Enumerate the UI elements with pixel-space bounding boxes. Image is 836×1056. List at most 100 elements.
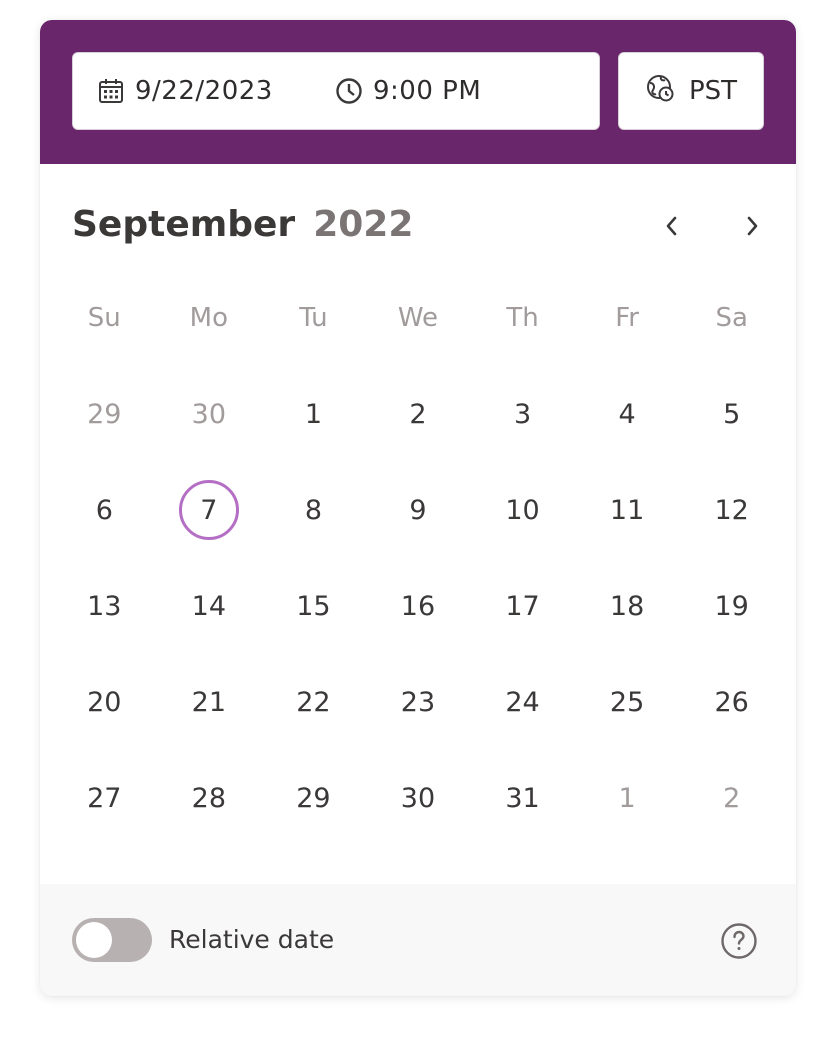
day-number: 14 — [191, 590, 227, 622]
day-number: 5 — [723, 398, 741, 430]
calendar-day[interactable]: 22 — [261, 654, 366, 750]
calendar-day-outside-month[interactable]: 2 — [679, 750, 784, 846]
picker-header: 9/22/2023 9:00 PM PST — [40, 20, 796, 164]
calendar-day[interactable]: 17 — [470, 558, 575, 654]
calendar-day[interactable]: 18 — [575, 558, 680, 654]
day-number: 24 — [505, 686, 540, 718]
calendar-day[interactable]: 11 — [575, 462, 680, 558]
day-number: 30 — [400, 782, 436, 814]
day-number: 21 — [191, 686, 227, 718]
calendar-week-row: 6 7 8 9 10 11 12 — [52, 462, 784, 558]
weekday-label: Fr — [615, 303, 639, 333]
year-label: 2022 — [313, 204, 414, 245]
calendar-day-outside-month[interactable]: 30 — [157, 366, 262, 462]
weekday-label: Su — [87, 303, 121, 333]
day-number: 26 — [714, 686, 749, 718]
calendar-day[interactable]: 4 — [575, 366, 680, 462]
calendar-day[interactable]: 31 — [470, 750, 575, 846]
toggle-knob — [76, 922, 112, 958]
date-time-input[interactable]: 9/22/2023 9:00 PM — [72, 52, 600, 130]
day-number: 15 — [296, 590, 331, 622]
calendar-day[interactable]: 28 — [157, 750, 262, 846]
calendar-day[interactable]: 24 — [470, 654, 575, 750]
calendar-day[interactable]: 25 — [575, 654, 680, 750]
chevron-right-icon — [742, 214, 762, 242]
picker-footer: Relative date — [40, 884, 796, 996]
weekday-label: Sa — [715, 303, 748, 333]
day-number: 27 — [87, 782, 122, 814]
question-circle-icon — [720, 923, 758, 964]
calendar-week-row: 13 14 15 16 17 18 19 — [52, 558, 784, 654]
time-value: 9:00 PM — [373, 76, 482, 106]
calendar-day[interactable]: 27 — [52, 750, 157, 846]
timezone-button[interactable]: PST — [618, 52, 764, 130]
calendar-day[interactable]: 1 — [261, 366, 366, 462]
calendar-day[interactable]: 13 — [52, 558, 157, 654]
day-number: 29 — [87, 398, 122, 430]
weekday-label: We — [397, 303, 439, 333]
date-time-picker: 9/22/2023 9:00 PM PST September 2022 Su … — [40, 20, 796, 996]
weekday-label: Tu — [299, 303, 328, 333]
clock-icon — [335, 77, 363, 105]
calendar-day[interactable]: 14 — [157, 558, 262, 654]
calendar-day[interactable]: 30 — [366, 750, 471, 846]
date-segment[interactable]: 9/22/2023 — [97, 53, 273, 129]
calendar-day-current[interactable]: 7 — [157, 462, 262, 558]
relative-date-toggle[interactable] — [72, 918, 152, 962]
day-number: 1 — [618, 782, 636, 814]
day-number: 22 — [296, 686, 331, 718]
calendar-week-row: 20 21 22 23 24 25 26 — [52, 654, 784, 750]
day-number: 16 — [400, 590, 436, 622]
calendar-day[interactable]: 10 — [470, 462, 575, 558]
calendar-day[interactable]: 6 — [52, 462, 157, 558]
day-number: 8 — [304, 494, 322, 526]
calendar-day[interactable]: 20 — [52, 654, 157, 750]
calendar-week-row: 29 30 1 2 3 4 5 — [52, 366, 784, 462]
calendar-day[interactable]: 8 — [261, 462, 366, 558]
calendar-icon — [97, 77, 125, 105]
previous-month-button[interactable] — [654, 210, 690, 246]
calendar-day[interactable]: 26 — [679, 654, 784, 750]
day-number: 17 — [505, 590, 540, 622]
timezone-label: PST — [688, 76, 738, 106]
calendar-grid: Su Mo Tu We Th Fr Sa 29 30 1 2 3 4 5 6 7 8 9 10 11 12 13 14 15… — [52, 270, 784, 846]
globe-clock-icon — [645, 73, 675, 110]
calendar-day[interactable]: 21 — [157, 654, 262, 750]
help-button[interactable] — [720, 922, 758, 960]
day-number: 23 — [400, 686, 436, 718]
day-number: 4 — [618, 398, 636, 430]
calendar-day[interactable]: 29 — [261, 750, 366, 846]
date-value: 9/22/2023 — [135, 76, 273, 106]
day-number: 18 — [609, 590, 645, 622]
day-number: 11 — [609, 494, 645, 526]
next-month-button[interactable] — [734, 210, 770, 246]
calendar-day-outside-month[interactable]: 29 — [52, 366, 157, 462]
month-label: September — [72, 204, 296, 245]
calendar-day[interactable]: 23 — [366, 654, 471, 750]
day-number: 1 — [304, 398, 322, 430]
day-number: 10 — [505, 494, 540, 526]
day-number: 30 — [191, 398, 227, 430]
weekday-label: Th — [506, 303, 539, 333]
day-number: 29 — [296, 782, 331, 814]
day-number: 25 — [609, 686, 645, 718]
calendar-day[interactable]: 12 — [679, 462, 784, 558]
calendar-day[interactable]: 2 — [366, 366, 471, 462]
calendar-week-row: 27 28 29 30 31 1 2 — [52, 750, 784, 846]
calendar-day[interactable]: 5 — [679, 366, 784, 462]
day-number: 31 — [505, 782, 540, 814]
weekday-header-row: Su Mo Tu We Th Fr Sa — [52, 270, 784, 366]
calendar-days: 29 30 1 2 3 4 5 6 7 8 9 10 11 12 13 14 15 16 17 18 19 20 21 22 2… — [52, 366, 784, 846]
calendar-day[interactable]: 19 — [679, 558, 784, 654]
day-number: 13 — [87, 590, 122, 622]
day-number: 12 — [714, 494, 749, 526]
calendar-day[interactable]: 16 — [366, 558, 471, 654]
calendar-day-outside-month[interactable]: 1 — [575, 750, 680, 846]
calendar-day[interactable]: 9 — [366, 462, 471, 558]
day-number: 7 — [200, 494, 218, 526]
time-segment[interactable]: 9:00 PM — [335, 53, 481, 129]
day-number: 9 — [409, 494, 427, 526]
day-number: 2 — [723, 782, 741, 814]
calendar-day[interactable]: 15 — [261, 558, 366, 654]
calendar-day[interactable]: 3 — [470, 366, 575, 462]
